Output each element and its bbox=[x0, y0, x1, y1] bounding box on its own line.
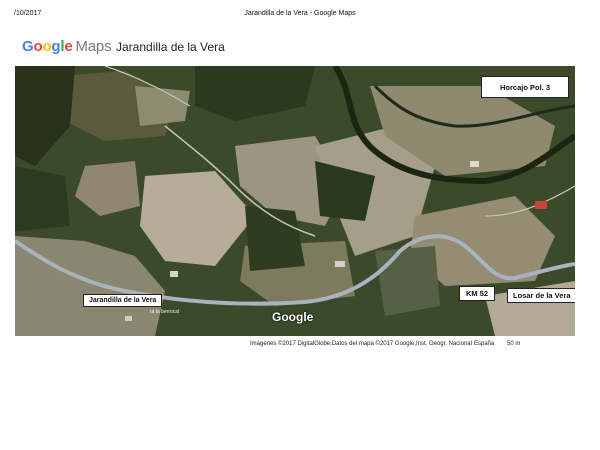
label-km: KM 52 bbox=[459, 286, 496, 301]
print-title: Jarandilla de la Vera - Google Maps bbox=[244, 10, 356, 17]
logo-letter: G bbox=[22, 38, 34, 55]
label-losar: Losar de la Vera bbox=[507, 288, 575, 303]
place-title: Jarandilla de la Vera bbox=[116, 40, 225, 54]
attribution-country[interactable]: España bbox=[474, 341, 494, 347]
label-small-place: ra la berrocal bbox=[150, 309, 180, 315]
google-watermark: Google bbox=[272, 310, 314, 324]
logo-letter: e bbox=[64, 38, 73, 55]
label-horcajo: Horcajo Pol. 3 bbox=[481, 76, 569, 98]
label-jarandilla: Jarandilla de la Vera bbox=[83, 294, 163, 307]
scale-label[interactable]: 50 m bbox=[507, 341, 520, 347]
satellite-map[interactable]: Horcajo Pol. 3 Jarandilla de la Vera KM … bbox=[15, 66, 575, 336]
attribution-text: Imágenes ©2017 DigitalGlobe,Datos del ma… bbox=[250, 341, 472, 347]
google-maps-logo[interactable]: Google Maps bbox=[22, 38, 112, 55]
logo-maps-word: Maps bbox=[75, 38, 112, 55]
